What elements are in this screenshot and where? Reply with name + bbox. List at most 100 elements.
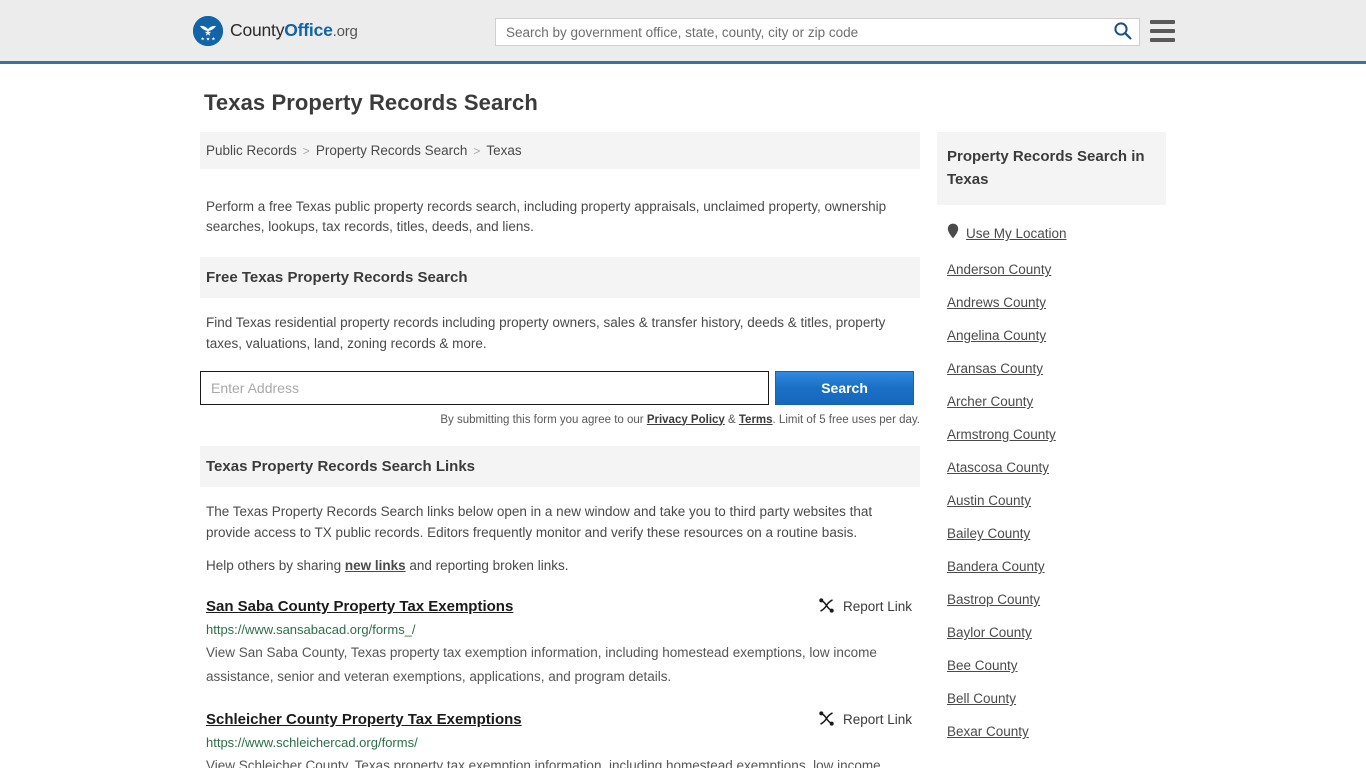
disclaimer-suffix: . Limit of 5 free uses per day. bbox=[772, 413, 920, 426]
main-column: Public Records > Property Records Search… bbox=[200, 132, 920, 768]
county-link[interactable]: Austin County bbox=[947, 493, 1031, 508]
search-icon bbox=[1113, 21, 1132, 43]
brand-part-tld: .org bbox=[332, 23, 358, 40]
county-link[interactable]: Baylor County bbox=[947, 625, 1032, 640]
disclaimer-amp: & bbox=[724, 413, 739, 426]
brand-part-county: County bbox=[230, 20, 285, 40]
county-link[interactable]: Bee County bbox=[947, 658, 1018, 673]
breadcrumb: Public Records > Property Records Search… bbox=[200, 132, 920, 169]
sidebar-item-county[interactable]: Bexar County bbox=[947, 714, 1156, 747]
site-logo-text: CountyOffice.org bbox=[230, 20, 358, 41]
new-links-link[interactable]: new links bbox=[345, 558, 406, 573]
address-search-form: Search bbox=[200, 370, 914, 405]
sidebar-item-county[interactable]: Bell County bbox=[947, 681, 1156, 714]
county-link[interactable]: Bell County bbox=[947, 691, 1016, 706]
global-search-submit-button[interactable] bbox=[1105, 19, 1139, 45]
content-columns: Public Records > Property Records Search… bbox=[0, 132, 1366, 768]
link-result-title[interactable]: Schleicher County Property Tax Exemption… bbox=[206, 711, 522, 728]
county-link[interactable]: Archer County bbox=[947, 394, 1033, 409]
hamburger-menu-icon[interactable] bbox=[1150, 20, 1175, 42]
county-link[interactable]: Armstrong County bbox=[947, 427, 1056, 442]
links-section-help-line: Help others by sharing new links and rep… bbox=[206, 555, 914, 576]
privacy-policy-link[interactable]: Privacy Policy bbox=[647, 414, 725, 426]
breadcrumb-item-property-records-search[interactable]: Property Records Search bbox=[316, 143, 468, 158]
page-intro-text: Perform a free Texas public property rec… bbox=[206, 198, 887, 234]
link-result-title[interactable]: San Saba County Property Tax Exemptions bbox=[206, 598, 513, 615]
sidebar-item-county[interactable]: Andrews County bbox=[947, 285, 1156, 318]
link-result-header: San Saba County Property Tax Exemptions … bbox=[206, 597, 914, 617]
broken-link-icon bbox=[818, 710, 835, 730]
page-body: Texas Property Records Search Public Rec… bbox=[0, 90, 1366, 768]
address-search-button[interactable]: Search bbox=[775, 370, 914, 405]
disclaimer-prefix: By submitting this form you agree to our bbox=[440, 413, 647, 426]
broken-link-icon bbox=[818, 597, 835, 617]
form-disclaimer: By submitting this form you agree to our… bbox=[200, 414, 920, 426]
report-link-label: Report Link bbox=[842, 712, 912, 727]
hamburger-bar bbox=[1150, 29, 1175, 33]
sidebar-heading: Property Records Search in Texas bbox=[947, 148, 1145, 188]
county-link[interactable]: Aransas County bbox=[947, 361, 1043, 376]
brand-part-office: Office bbox=[284, 20, 333, 40]
free-search-body: Find Texas residential property records … bbox=[200, 298, 920, 354]
global-search-input[interactable] bbox=[496, 19, 1105, 45]
sidebar-header-band: Property Records Search in Texas bbox=[937, 132, 1166, 205]
links-section-header-band: Texas Property Records Search Links bbox=[200, 445, 920, 487]
sidebar-county-list: Use My Location Anderson County Andrews … bbox=[937, 205, 1166, 747]
address-search-input[interactable] bbox=[200, 370, 770, 405]
link-result-url[interactable]: https://www.sansabacad.org/forms_/ bbox=[206, 622, 914, 637]
breadcrumb-separator-icon: > bbox=[473, 143, 481, 158]
sidebar-item-county[interactable]: Atascosa County bbox=[947, 450, 1156, 483]
free-search-heading: Free Texas Property Records Search bbox=[206, 268, 468, 286]
sidebar-item-county[interactable]: Angelina County bbox=[947, 318, 1156, 351]
sidebar-item-county[interactable]: Bailey County bbox=[947, 516, 1156, 549]
county-link[interactable]: Bandera County bbox=[947, 559, 1045, 574]
links-section-body: The Texas Property Records Search links … bbox=[200, 487, 920, 576]
free-search-header-band: Free Texas Property Records Search bbox=[200, 256, 920, 298]
links-section-heading: Texas Property Records Search Links bbox=[206, 457, 476, 475]
sidebar-item-county[interactable]: Bee County bbox=[947, 648, 1156, 681]
breadcrumb-item-public-records[interactable]: Public Records bbox=[206, 143, 297, 158]
county-link[interactable]: Atascosa County bbox=[947, 460, 1049, 475]
links-section-paragraph: The Texas Property Records Search links … bbox=[206, 503, 873, 540]
sidebar-item-county[interactable]: Archer County bbox=[947, 384, 1156, 417]
county-link[interactable]: Andrews County bbox=[947, 295, 1046, 310]
link-result-description: View San Saba County, Texas property tax… bbox=[206, 644, 877, 684]
link-result-item: San Saba County Property Tax Exemptions … bbox=[200, 597, 920, 689]
link-result-header: Schleicher County Property Tax Exemption… bbox=[206, 710, 914, 730]
report-link-label: Report Link bbox=[842, 599, 912, 614]
hamburger-bar bbox=[1150, 38, 1175, 42]
sidebar-item-use-my-location[interactable]: Use My Location bbox=[947, 213, 1156, 252]
report-link-button[interactable]: Report Link bbox=[818, 597, 914, 617]
sidebar-item-county[interactable]: Austin County bbox=[947, 483, 1156, 516]
free-search-description: Find Texas residential property records … bbox=[206, 314, 886, 351]
hamburger-bar bbox=[1150, 20, 1175, 24]
map-pin-icon bbox=[947, 223, 959, 244]
county-link[interactable]: Angelina County bbox=[947, 328, 1046, 343]
site-logo[interactable]: CountyOffice.org bbox=[193, 15, 358, 46]
page-title: Texas Property Records Search bbox=[204, 90, 538, 115]
sidebar-item-county[interactable]: Baylor County bbox=[947, 615, 1156, 648]
link-result-url[interactable]: https://www.schleichercad.org/forms/ bbox=[206, 735, 914, 750]
use-my-location-link[interactable]: Use My Location bbox=[966, 226, 1067, 241]
sidebar: Property Records Search in Texas Use My … bbox=[937, 132, 1166, 768]
help-suffix: and reporting broken links. bbox=[405, 557, 569, 573]
breadcrumb-separator-icon: > bbox=[302, 143, 310, 158]
sidebar-item-county[interactable]: Armstrong County bbox=[947, 417, 1156, 450]
sidebar-item-county[interactable]: Anderson County bbox=[947, 252, 1156, 285]
sidebar-item-county[interactable]: Aransas County bbox=[947, 351, 1156, 384]
global-search-box[interactable] bbox=[495, 18, 1140, 46]
county-link[interactable]: Bastrop County bbox=[947, 592, 1040, 607]
county-link[interactable]: Bexar County bbox=[947, 724, 1029, 739]
countyoffice-emblem-icon bbox=[193, 15, 223, 46]
breadcrumb-item-texas: Texas bbox=[486, 143, 522, 158]
report-link-button[interactable]: Report Link bbox=[818, 710, 914, 730]
link-result-description: View Schleicher County, Texas property t… bbox=[206, 757, 881, 768]
terms-link[interactable]: Terms bbox=[739, 414, 773, 426]
county-link[interactable]: Anderson County bbox=[947, 262, 1051, 277]
link-result-item: Schleicher County Property Tax Exemption… bbox=[200, 710, 920, 768]
sidebar-item-county[interactable]: Bandera County bbox=[947, 549, 1156, 582]
site-header: CountyOffice.org bbox=[0, 0, 1366, 64]
county-link[interactable]: Bailey County bbox=[947, 526, 1030, 541]
help-prefix: Help others by sharing bbox=[206, 557, 345, 573]
sidebar-item-county[interactable]: Bastrop County bbox=[947, 582, 1156, 615]
